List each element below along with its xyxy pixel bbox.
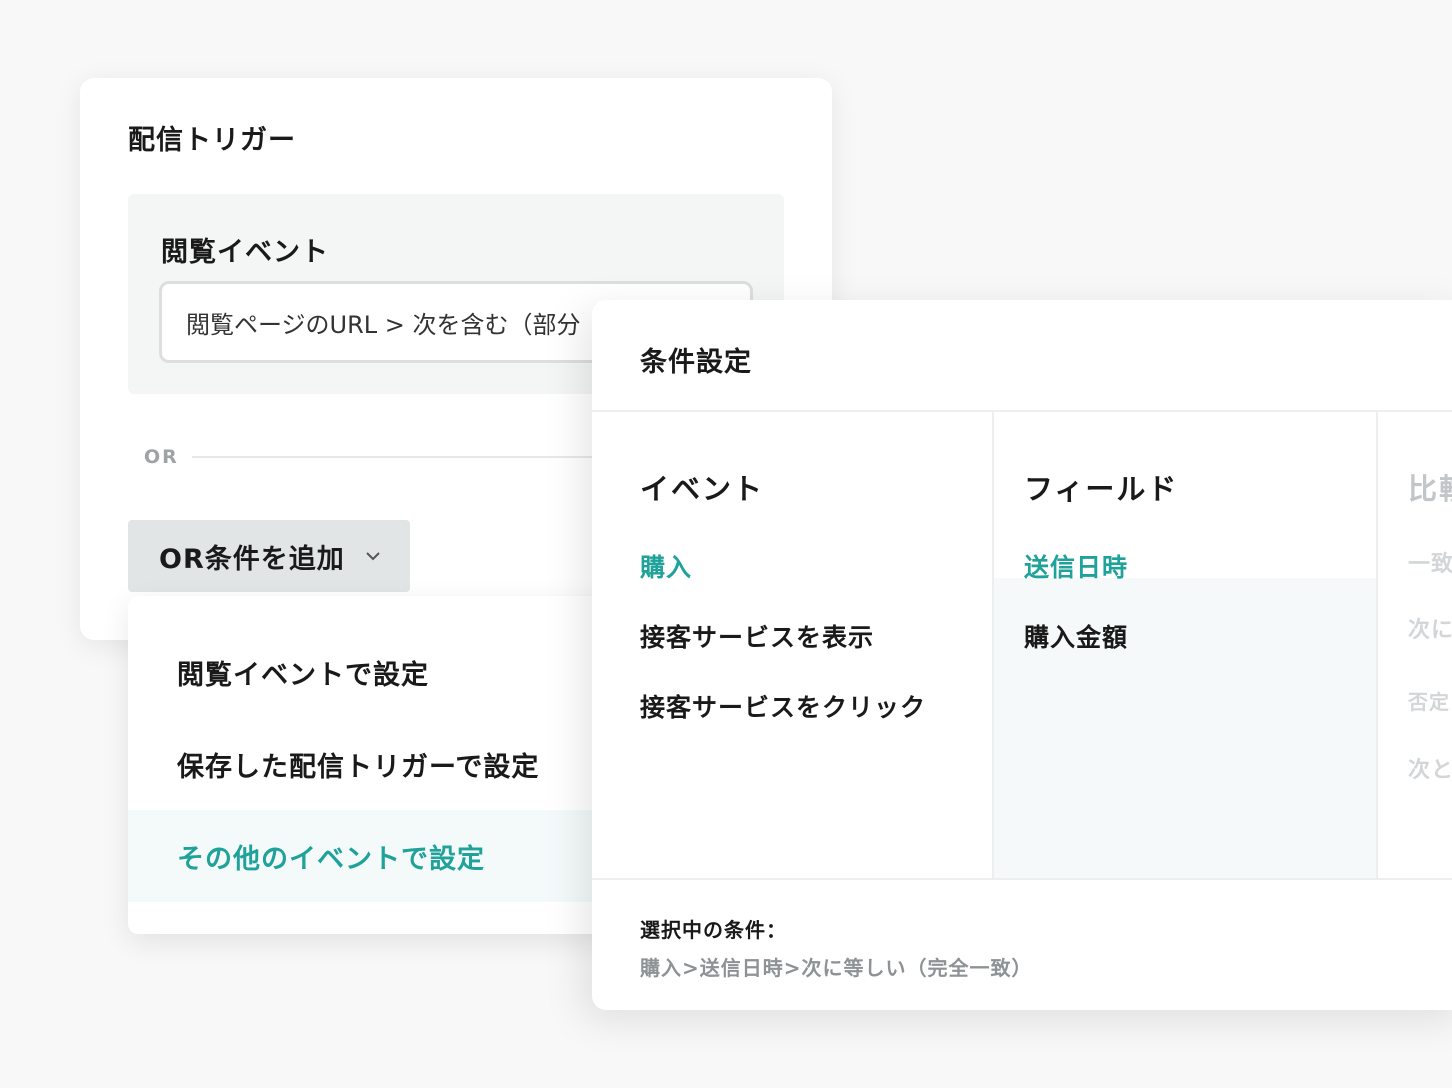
event-option-show-service[interactable]: 接客サービスを表示 — [640, 618, 874, 654]
field-column-header: フィールド — [1024, 472, 1179, 506]
panel-title: 条件設定 — [640, 347, 752, 378]
compare-option[interactable]: 一致 — [1408, 546, 1452, 578]
event-option-click-service[interactable]: 接客サービスをクリック — [640, 688, 926, 724]
event-column-header: イベント — [640, 472, 765, 506]
view-event-label: 閲覧イベント — [161, 237, 329, 268]
field-option-send-datetime[interactable]: 送信日時 — [1024, 548, 1128, 584]
selected-condition-label: 選択中の条件： — [640, 918, 787, 942]
selected-condition-value: 購入>送信日時>次に等しい（完全一致） — [640, 956, 1033, 980]
column-divider — [992, 412, 994, 878]
stage: 配信トリガー 閲覧イベント 閲覧ページのURL > 次を含む（部分 OR OR条… — [0, 0, 1452, 1088]
condition-settings-panel: 条件設定 イベント 購入 接客サービスを表示 接客サービスをクリック フィールド… — [592, 300, 1452, 1010]
divider — [592, 410, 1452, 412]
compare-column-header: 比較 — [1408, 472, 1452, 506]
compare-option[interactable]: 次に — [1408, 612, 1452, 644]
compare-option[interactable]: 次と — [1408, 752, 1452, 784]
or-divider-label: OR — [144, 446, 179, 468]
column-divider — [1376, 412, 1378, 878]
divider — [592, 878, 1452, 880]
add-or-condition-button[interactable]: OR条件を追加 — [128, 520, 410, 592]
menu-item-label: 閲覧イベントで設定 — [177, 659, 429, 691]
chevron-down-icon — [366, 552, 380, 561]
field-option-purchase-amount[interactable]: 購入金額 — [1024, 618, 1128, 654]
trigger-title: 配信トリガー — [128, 125, 296, 156]
menu-item-label: その他のイベントで設定 — [177, 843, 485, 875]
event-option-purchase[interactable]: 購入 — [640, 548, 692, 584]
add-or-condition-label: OR条件を追加 — [159, 543, 345, 575]
menu-item-label: 保存した配信トリガーで設定 — [177, 751, 540, 783]
compare-group-label: 否定 — [1408, 690, 1450, 714]
